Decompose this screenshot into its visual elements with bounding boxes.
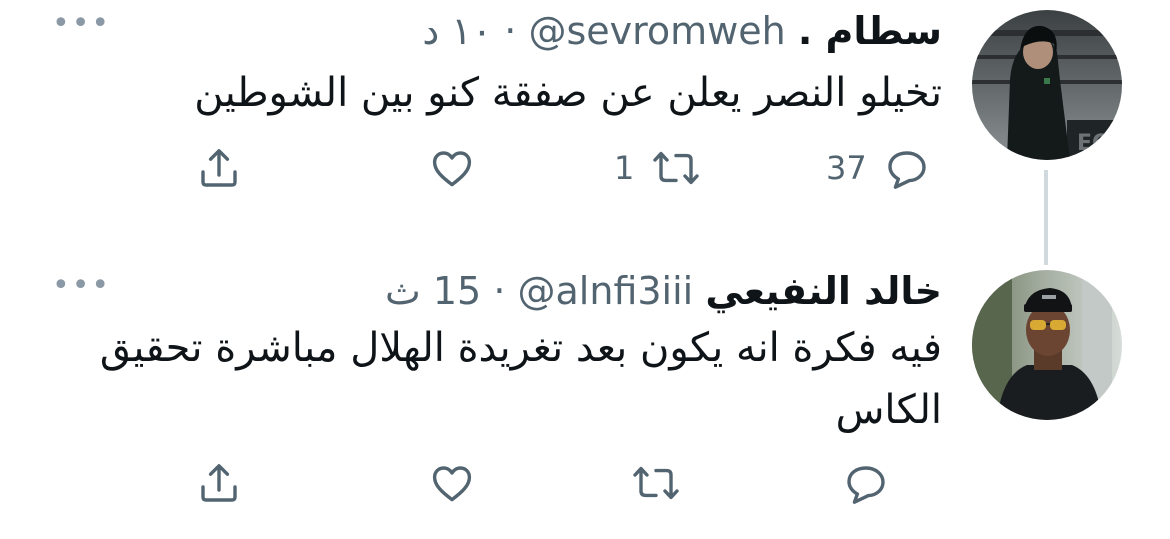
tweet-text: فيه فكرة انه يكون بعد تغريدة الهلال مباش… xyxy=(99,325,942,433)
share-button[interactable] xyxy=(195,458,243,508)
tweet-actions xyxy=(0,458,1170,508)
timestamp[interactable]: ١٠ د xyxy=(422,9,492,53)
retweet-icon xyxy=(633,466,679,500)
display-name[interactable]: خالد النفيعي xyxy=(705,269,942,313)
avatar-image xyxy=(972,270,1122,420)
tweet[interactable]: EO سطام . @sevromweh · ١٠ د ••• تخيلو ال… xyxy=(0,0,1170,265)
reply-icon xyxy=(847,466,885,504)
avatar[interactable] xyxy=(972,270,1122,420)
avatar-image: EO xyxy=(972,10,1122,160)
tweet-header: خالد النفيعي @alnfi3iii · 15 ث xyxy=(385,268,942,314)
reply-button[interactable] xyxy=(826,458,890,508)
share-icon xyxy=(201,149,237,187)
tweet-text: تخيلو النصر يعلن عن صفقة كنو بين الشوطين xyxy=(194,70,942,116)
tweet-actions: 37 1 xyxy=(0,143,1170,193)
separator: · xyxy=(504,9,517,53)
share-button[interactable] xyxy=(195,143,243,193)
more-icon[interactable]: ••• xyxy=(52,271,111,301)
handle[interactable]: @sevromweh xyxy=(528,8,785,54)
like-button[interactable] xyxy=(428,458,476,508)
retweet-icon xyxy=(653,151,700,185)
like-icon xyxy=(432,466,472,502)
retweet-button[interactable] xyxy=(614,458,682,508)
separator: · xyxy=(493,269,506,313)
handle[interactable]: @alnfi3iii xyxy=(518,268,694,314)
tweet-header: سطام . @sevromweh · ١٠ د xyxy=(422,8,942,54)
retweet-button[interactable]: 1 xyxy=(614,143,702,193)
display-name[interactable]: سطام . xyxy=(798,9,942,53)
like-button[interactable] xyxy=(428,143,476,193)
reply-count: 37 xyxy=(826,149,867,187)
timestamp[interactable]: 15 ث xyxy=(385,269,481,313)
reply-button[interactable]: 37 xyxy=(826,143,931,193)
reply-icon xyxy=(888,151,926,189)
more-icon[interactable]: ••• xyxy=(52,9,111,39)
like-icon xyxy=(432,151,472,187)
tweet[interactable]: خالد النفيعي @alnfi3iii · 15 ث ••• فيه ف… xyxy=(0,262,1170,539)
avatar[interactable]: EO xyxy=(972,10,1122,160)
share-icon xyxy=(201,464,237,502)
retweet-count: 1 xyxy=(614,149,635,187)
